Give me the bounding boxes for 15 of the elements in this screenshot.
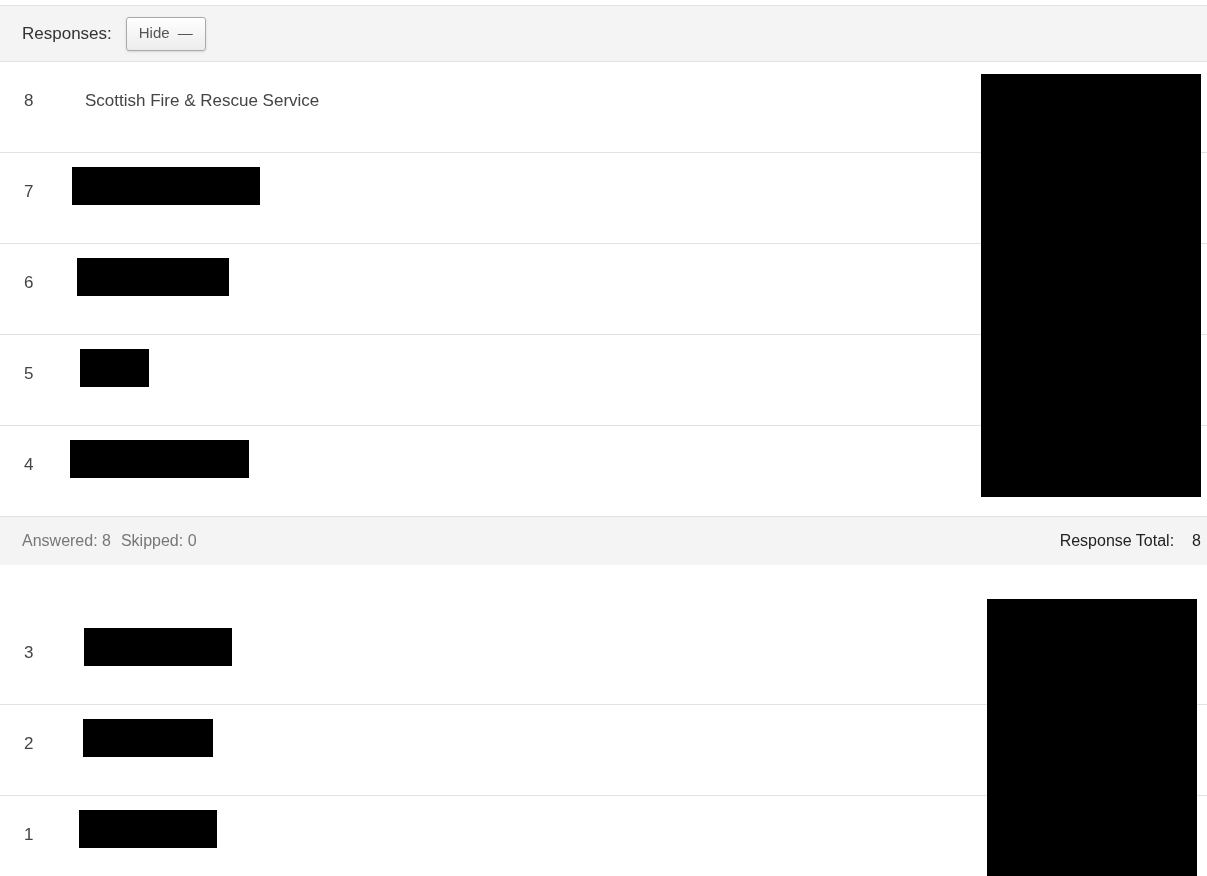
row-number: 6: [24, 272, 34, 294]
row-number: 4: [24, 454, 34, 476]
row-number: 7: [24, 181, 34, 203]
row-number: 8: [24, 90, 34, 112]
skipped-count: Skipped: 0: [120, 531, 197, 551]
hide-button[interactable]: Hide —: [125, 16, 206, 51]
answered-count: Answered: 8: [22, 531, 111, 551]
row-number: 5: [24, 363, 34, 385]
response-total-label: Response Total:: [1059, 531, 1175, 551]
responses-label: Responses:: [22, 22, 112, 45]
row-number: 2: [24, 733, 34, 755]
row-number: 3: [24, 642, 34, 664]
response-total-value: 8: [1192, 531, 1201, 551]
row-number: 1: [24, 824, 34, 846]
answer-text: Scottish Fire & Rescue Service: [85, 90, 320, 112]
